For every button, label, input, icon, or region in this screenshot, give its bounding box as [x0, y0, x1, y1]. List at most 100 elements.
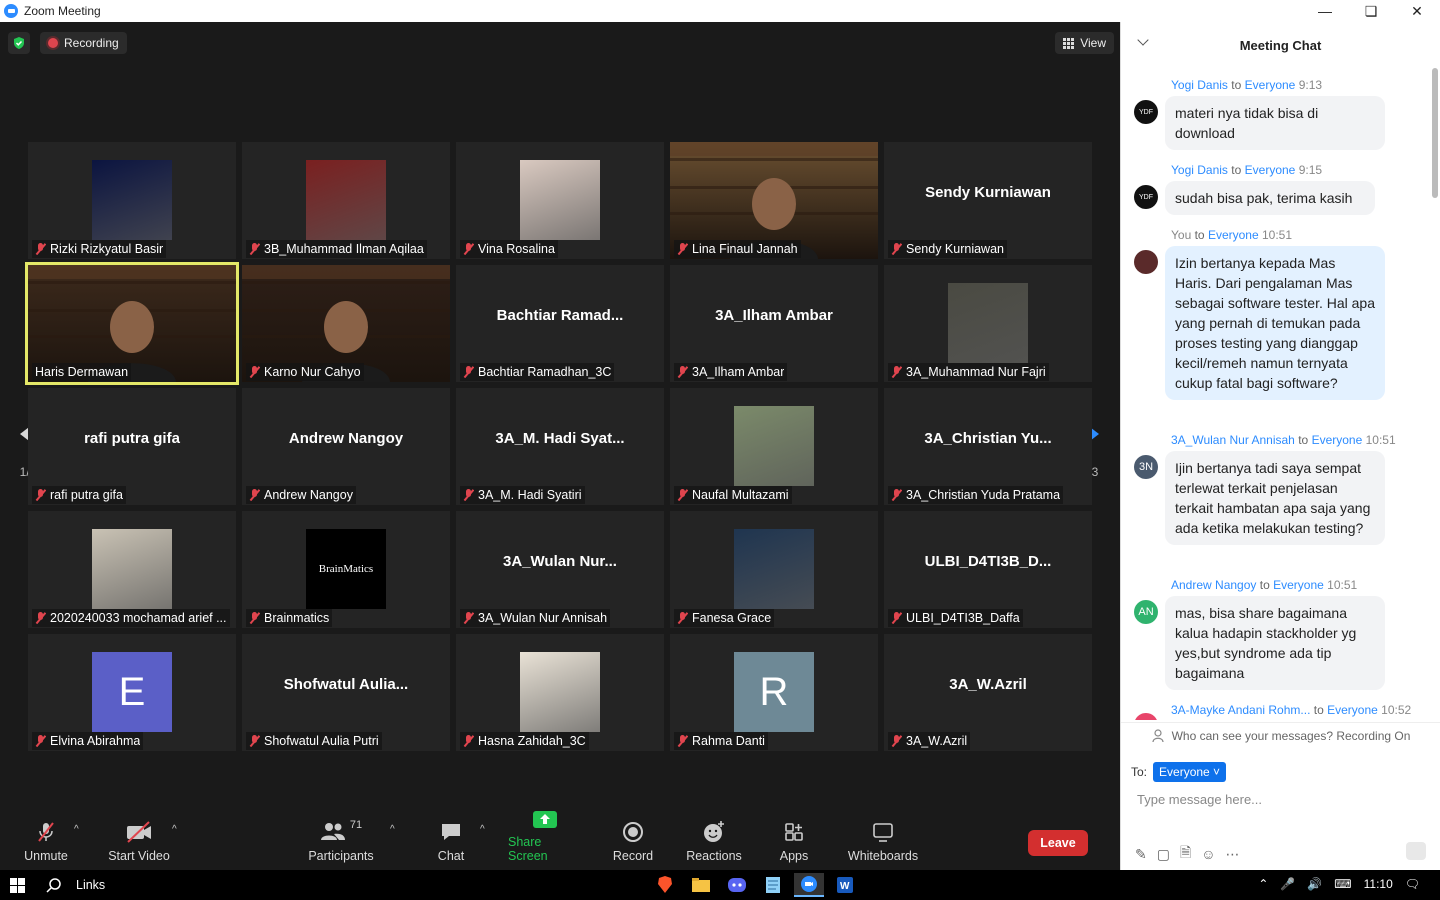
participant-tile[interactable]: Shofwatul Aulia... Shofwatul Aulia Putri	[242, 634, 450, 751]
send-button[interactable]	[1406, 842, 1426, 860]
volume-icon[interactable]: 🔊	[1307, 877, 1322, 891]
participant-name: Rahma Danti	[692, 734, 765, 748]
participant-tile[interactable]: Karno Nur Cahyo	[242, 265, 450, 382]
participants-label: Participants	[308, 849, 374, 863]
minimize-icon[interactable]: —	[1302, 0, 1348, 22]
participant-tile[interactable]: 3A_Ilham Ambar 3A_Ilham Ambar	[670, 265, 878, 382]
tray-expand-icon[interactable]: ⌃	[1258, 877, 1268, 891]
participants-count: 71	[349, 819, 363, 831]
participant-tile[interactable]: 2020240033 mochamad arief ...	[28, 511, 236, 628]
participant-tile[interactable]: 3A_Muhammad Nur Fajri	[884, 265, 1092, 382]
collapse-chevron-icon[interactable]	[1137, 34, 1149, 46]
apps-button[interactable]: Apps	[778, 810, 810, 870]
chat-avatar: 3N	[1134, 455, 1158, 479]
participant-tile[interactable]: E Elvina Abirahma	[28, 634, 236, 751]
start-video-button[interactable]: Start Video	[106, 810, 172, 870]
chat-to-word: to	[1313, 703, 1324, 717]
whiteboards-button[interactable]: Whiteboards	[846, 810, 920, 870]
more-options-icon[interactable]: ⋯	[1226, 846, 1240, 863]
chat-scrollbar[interactable]	[1432, 68, 1438, 198]
reactions-button[interactable]: Reactions	[686, 810, 742, 870]
chat-recipient[interactable]: Everyone	[1245, 78, 1296, 92]
participant-tile[interactable]: Hasna Zahidah_3C	[456, 634, 664, 751]
start-video-label: Start Video	[108, 849, 170, 863]
security-shield-icon[interactable]	[8, 32, 30, 54]
record-icon	[622, 819, 644, 845]
chat-recipient[interactable]: Everyone	[1312, 433, 1363, 447]
chat-caret-icon[interactable]: ^	[480, 824, 485, 835]
keyboard-layout-icon[interactable]: ⌨	[1334, 877, 1351, 891]
participant-tile[interactable]: BrainMatics Brainmatics	[242, 511, 450, 628]
chat-recipient[interactable]: Everyone	[1245, 163, 1296, 177]
chat-sender[interactable]: Yogi Danis	[1171, 163, 1228, 177]
brave-browser-icon[interactable]	[650, 873, 680, 897]
emoji-icon[interactable]: ☺	[1201, 846, 1215, 862]
participant-tile[interactable]: Andrew Nangoy Andrew Nangoy	[242, 388, 450, 505]
windows-start-icon[interactable]	[10, 878, 25, 893]
zoom-taskbar-icon[interactable]	[794, 873, 824, 897]
screenshot-icon[interactable]: ▢	[1157, 846, 1170, 863]
leave-button[interactable]: Leave	[1028, 830, 1088, 856]
participant-tile[interactable]: Haris Dermawan	[25, 262, 239, 385]
chat-sender[interactable]: Andrew Nangoy	[1171, 578, 1256, 592]
chat-recipient[interactable]: Everyone	[1208, 228, 1259, 242]
participant-tile[interactable]: Fanesa Grace	[670, 511, 878, 628]
participant-tile[interactable]: Bachtiar Ramad... Bachtiar Ramadhan_3C	[456, 265, 664, 382]
chat-message-text: Ijin bertanya tadi saya sempat terlewat …	[1165, 451, 1385, 545]
share-screen-button[interactable]: Share Screen	[508, 810, 582, 870]
taskbar-clock[interactable]: 11:10	[1364, 877, 1393, 891]
audio-options-caret-icon[interactable]: ^	[74, 824, 79, 835]
view-button[interactable]: View	[1055, 32, 1114, 54]
maximize-icon[interactable]: ❏	[1348, 0, 1394, 22]
video-options-caret-icon[interactable]: ^	[172, 824, 177, 835]
participant-tile[interactable]: 3A_M. Hadi Syat... 3A_M. Hadi Syatiri	[456, 388, 664, 505]
chat-privacy-notice[interactable]: Who can see your messages? Recording On	[1121, 722, 1440, 748]
recipient-dropdown[interactable]: Everyone ˅	[1153, 762, 1227, 782]
participant-tile[interactable]: 3A_W.Azril 3A_W.Azril	[884, 634, 1092, 751]
file-attach-icon[interactable]: 🗎	[1180, 842, 1191, 866]
notifications-icon[interactable]: 🗨	[1405, 877, 1420, 891]
apps-label: Apps	[779, 849, 809, 863]
format-text-icon[interactable]: ✎	[1135, 846, 1147, 863]
participant-tile[interactable]: Sendy Kurniawan Sendy Kurniawan	[884, 142, 1092, 259]
participant-name-label: Fanesa Grace	[674, 609, 775, 627]
participant-tile[interactable]: 3A_Christian Yu... 3A_Christian Yuda Prat…	[884, 388, 1092, 505]
chat-input[interactable]: Type message here...	[1137, 792, 1262, 807]
recording-indicator[interactable]: Recording	[40, 32, 127, 54]
record-button[interactable]: Record	[612, 810, 654, 870]
notepad-icon[interactable]	[758, 873, 788, 897]
chat-message-text: sudah bisa pak, terima kasih	[1165, 181, 1375, 215]
chat-sender[interactable]: Yogi Danis	[1171, 78, 1228, 92]
participant-tile[interactable]: rafi putra gifa rafi putra gifa	[28, 388, 236, 505]
participant-name-label: Vina Rosalina	[460, 240, 558, 258]
file-explorer-icon[interactable]	[686, 873, 716, 897]
chat-sender[interactable]: 3A-Mayke Andani Rohm...	[1171, 703, 1310, 717]
participant-name-label: 3A_M. Hadi Syatiri	[460, 486, 585, 504]
close-icon[interactable]: ✕	[1394, 0, 1440, 22]
chat-recipient[interactable]: Everyone	[1273, 578, 1324, 592]
participant-tile[interactable]: Naufal Multazami	[670, 388, 878, 505]
participant-name: Elvina Abirahma	[50, 734, 141, 748]
participant-tile[interactable]: Vina Rosalina	[456, 142, 664, 259]
chat-recipient[interactable]: Everyone	[1327, 703, 1378, 717]
chat-button[interactable]: Chat	[434, 810, 468, 870]
participants-caret-icon[interactable]: ^	[390, 824, 395, 835]
tray-microphone-icon[interactable]: 🎤	[1280, 877, 1295, 891]
participant-tile[interactable]: R Rahma Danti	[670, 634, 878, 751]
participant-tile[interactable]: Lina Finaul Jannah	[670, 142, 878, 259]
system-tray: ⌃ 🎤 🔊 ⌨ 11:10 🗨	[1258, 877, 1420, 891]
participants-button[interactable]: 71 Participants	[306, 810, 376, 870]
taskbar-search[interactable]: Links	[46, 877, 105, 893]
chat-message-meta: 3A-Mayke Andani Rohm... to Everyone 10:5…	[1171, 703, 1411, 717]
chat-sender[interactable]: You	[1171, 228, 1191, 242]
participant-tile[interactable]: 3A_Wulan Nur... 3A_Wulan Nur Annisah	[456, 511, 664, 628]
discord-icon[interactable]	[722, 873, 752, 897]
participant-tile[interactable]: Rizki Rizkyatul Basir	[28, 142, 236, 259]
unmute-button[interactable]: Unmute	[22, 810, 70, 870]
participant-tile[interactable]: 3B_Muhammad Ilman Aqilaa	[242, 142, 450, 259]
word-icon[interactable]: W	[830, 873, 860, 897]
participant-display-name: 3A_M. Hadi Syat...	[495, 430, 625, 447]
chat-sender[interactable]: 3A_Wulan Nur Annisah	[1171, 433, 1295, 447]
chat-message-list[interactable]: Yogi Danis to Everyone 9:13 YDF materi nya…	[1121, 72, 1429, 720]
participant-tile[interactable]: ULBI_D4TI3B_D... ULBI_D4TI3B_Daffa	[884, 511, 1092, 628]
